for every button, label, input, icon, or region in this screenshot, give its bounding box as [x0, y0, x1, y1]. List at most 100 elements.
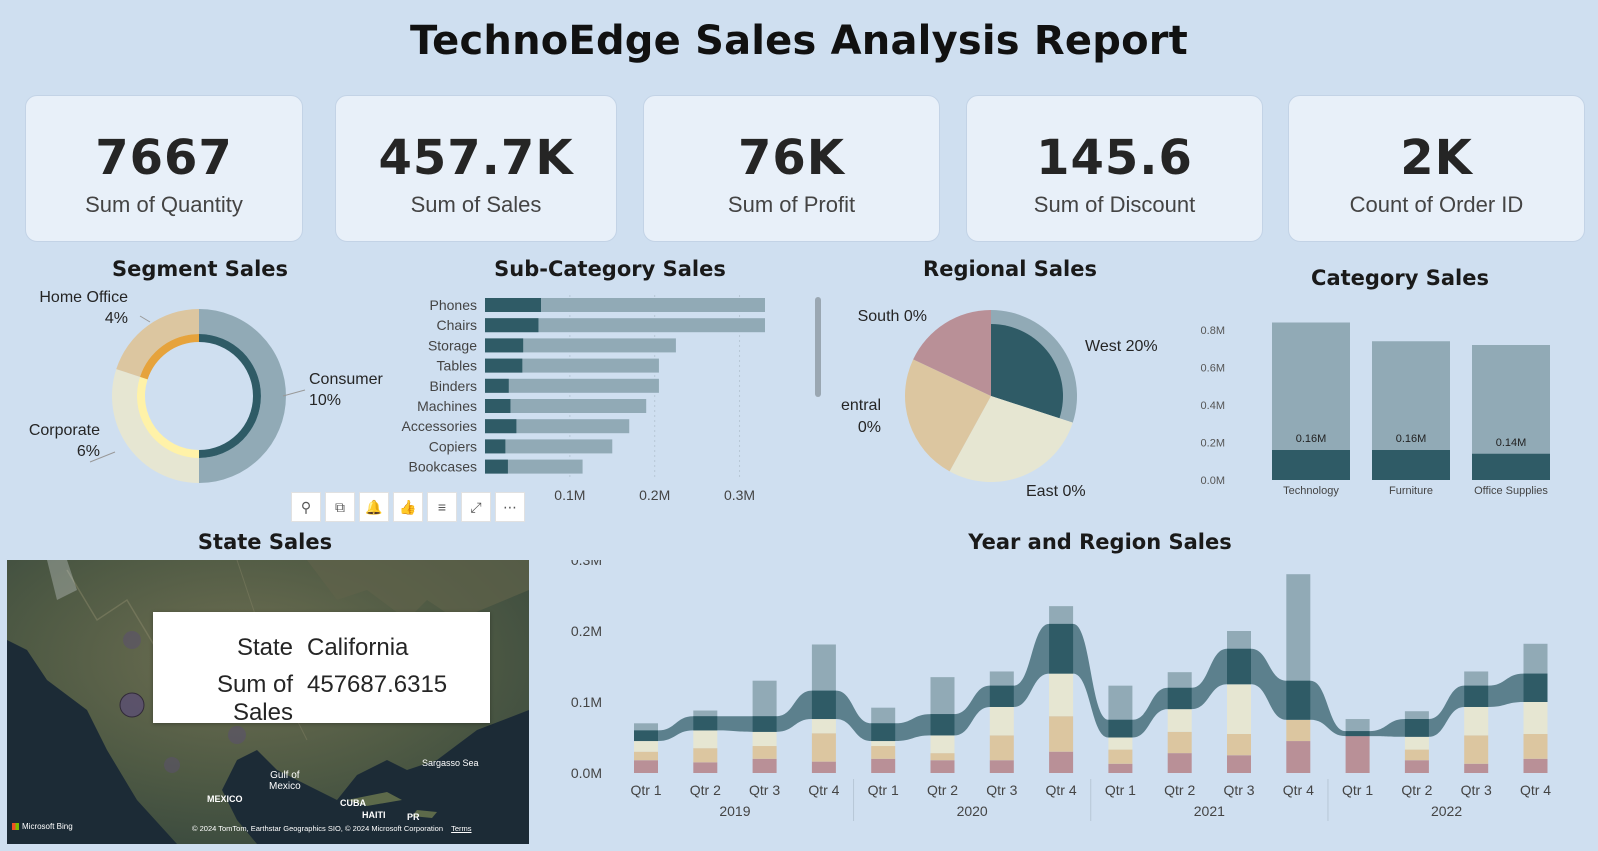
- category-bar-part[interactable]: [1272, 450, 1350, 480]
- subcategory-bar-part[interactable]: [485, 298, 541, 312]
- stacked-segment-other[interactable]: [1108, 685, 1133, 720]
- subcategory-bar-part[interactable]: [485, 399, 511, 413]
- stacked-segment-other[interactable]: [693, 710, 718, 717]
- stacked-segment-south[interactable]: [1049, 751, 1074, 773]
- stacked-segment-central[interactable]: [693, 748, 718, 763]
- regional-pie-chart[interactable]: West 20% East 0% Central 0% South 0%: [840, 290, 1200, 515]
- stacked-segment-east[interactable]: [1464, 706, 1489, 736]
- stacked-segment-other[interactable]: [1227, 631, 1251, 649]
- stacked-segment-east[interactable]: [752, 731, 777, 747]
- category-bar-part[interactable]: [1372, 450, 1450, 480]
- ribbon-column-west[interactable]: [634, 730, 658, 742]
- stacked-segment-central[interactable]: [752, 746, 777, 759]
- stacked-segment-other[interactable]: [811, 644, 836, 691]
- stacked-segment-south[interactable]: [1345, 736, 1370, 773]
- stacked-segment-south[interactable]: [1227, 755, 1251, 773]
- kpi-card-discount[interactable]: 145.6 Sum of Discount: [966, 95, 1263, 242]
- ribbon-column-west[interactable]: [1464, 685, 1489, 707]
- focus-mode-icon[interactable]: ⤢: [461, 492, 491, 522]
- stacked-segment-south[interactable]: [989, 760, 1014, 773]
- stacked-segment-other[interactable]: [1404, 711, 1429, 720]
- kpi-card-order-count[interactable]: 2K Count of Order ID: [1288, 95, 1585, 242]
- segment-donut-chart[interactable]: Consumer 10% Corporate 6% Home Office 4%: [0, 290, 420, 500]
- stacked-segment-east[interactable]: [1108, 737, 1133, 750]
- stacked-segment-other[interactable]: [1464, 671, 1489, 686]
- subcategory-bar-total[interactable]: [485, 378, 659, 393]
- category-bar-part[interactable]: [1472, 453, 1550, 480]
- stacked-segment-east[interactable]: [1049, 673, 1074, 717]
- stacked-segment-south[interactable]: [1167, 753, 1192, 773]
- stacked-segment-central[interactable]: [1108, 749, 1133, 764]
- stacked-segment-south[interactable]: [1404, 760, 1429, 773]
- stacked-segment-east[interactable]: [634, 741, 658, 752]
- stacked-segment-central[interactable]: [1227, 733, 1251, 756]
- stacked-segment-other[interactable]: [930, 677, 955, 715]
- subcategory-bar-part[interactable]: [485, 358, 523, 373]
- stacked-segment-central[interactable]: [871, 746, 896, 759]
- stacked-segment-south[interactable]: [1286, 741, 1311, 773]
- stacked-segment-central[interactable]: [811, 733, 836, 762]
- donut-slice-consumer[interactable]: [199, 309, 286, 483]
- stacked-segment-other[interactable]: [871, 707, 896, 724]
- stacked-segment-east[interactable]: [1167, 709, 1192, 732]
- stacked-segment-central[interactable]: [634, 751, 658, 761]
- stacked-segment-central[interactable]: [1286, 719, 1311, 742]
- ribbon-column-west[interactable]: [1167, 687, 1192, 710]
- stacked-segment-east[interactable]: [1227, 684, 1251, 734]
- kpi-card-quantity[interactable]: 7667 Sum of Quantity: [25, 95, 303, 242]
- ribbon-column-west[interactable]: [1108, 719, 1133, 738]
- stacked-segment-other[interactable]: [1345, 719, 1370, 732]
- ribbon-column-west[interactable]: [811, 690, 836, 720]
- stacked-segment-other[interactable]: [634, 723, 658, 731]
- more-options-icon[interactable]: ⋯: [495, 492, 525, 522]
- stacked-segment-south[interactable]: [752, 758, 777, 773]
- thumbs-up-icon[interactable]: 👍: [393, 492, 423, 522]
- subcategory-scrollbar[interactable]: [815, 297, 821, 397]
- stacked-segment-other[interactable]: [752, 680, 777, 717]
- subcategory-bar-part[interactable]: [485, 318, 539, 333]
- stacked-segment-central[interactable]: [1464, 735, 1489, 764]
- subcategory-bar-part[interactable]: [485, 459, 508, 474]
- stacked-segment-south[interactable]: [1523, 758, 1548, 773]
- stacked-segment-south[interactable]: [871, 758, 896, 773]
- ribbon-column-west[interactable]: [1523, 673, 1548, 702]
- stacked-segment-central[interactable]: [1404, 749, 1429, 761]
- stacked-segment-east[interactable]: [693, 730, 718, 749]
- ribbon-column-west[interactable]: [1049, 623, 1074, 674]
- stacked-segment-south[interactable]: [1464, 763, 1489, 773]
- stacked-segment-south[interactable]: [811, 761, 836, 773]
- stacked-segment-east[interactable]: [811, 719, 836, 734]
- stacked-segment-east[interactable]: [930, 735, 955, 754]
- donut-slice-corporate[interactable]: [112, 369, 199, 483]
- map-terms-link[interactable]: Terms: [451, 824, 471, 833]
- kpi-card-profit[interactable]: 76K Sum of Profit: [643, 95, 940, 242]
- stacked-segment-south[interactable]: [1108, 763, 1133, 773]
- subcategory-bar-part[interactable]: [485, 338, 524, 353]
- stacked-segment-central[interactable]: [1049, 716, 1074, 752]
- kpi-card-sales[interactable]: 457.7K Sum of Sales: [335, 95, 617, 242]
- stacked-segment-central[interactable]: [989, 735, 1014, 761]
- stacked-segment-central[interactable]: [930, 753, 955, 761]
- ribbon-column-west[interactable]: [1227, 648, 1251, 685]
- subcategory-bar-part[interactable]: [485, 378, 509, 393]
- stacked-segment-south[interactable]: [693, 762, 718, 773]
- stacked-segment-south[interactable]: [634, 760, 658, 773]
- stacked-segment-other[interactable]: [1286, 574, 1311, 681]
- stacked-segment-other[interactable]: [1049, 606, 1074, 624]
- year-region-ribbon-chart[interactable]: 0.0M 0.1M 0.2M 0.3M Qtr 1 Qtr 2 Qtr 3 Qtr 4 Qtr …: [560, 560, 1590, 845]
- subcategory-bar-part[interactable]: [485, 439, 506, 454]
- stacked-segment-east[interactable]: [989, 706, 1014, 736]
- stacked-segment-east[interactable]: [1404, 736, 1429, 750]
- ribbon-column-west[interactable]: [989, 685, 1014, 707]
- ribbon-column-west[interactable]: [871, 723, 896, 742]
- subcategory-bar-chart[interactable]: 0.1M 0.2M 0.3M Phones Chairs Storage Tables Bin…: [400, 290, 800, 515]
- stacked-segment-east[interactable]: [1523, 702, 1548, 734]
- category-bar-chart[interactable]: 0.0M 0.2M 0.4M 0.6M 0.8M 0.16M Technology 0.16M…: [1190, 320, 1590, 515]
- subcategory-bar-part[interactable]: [485, 419, 517, 434]
- stacked-segment-central[interactable]: [1523, 733, 1548, 759]
- filter-icon[interactable]: ≡: [427, 492, 457, 522]
- copy-icon[interactable]: ⧉: [325, 492, 355, 522]
- stacked-segment-east[interactable]: [871, 741, 896, 747]
- stacked-segment-south[interactable]: [930, 760, 955, 773]
- ribbon-column-west[interactable]: [930, 714, 955, 736]
